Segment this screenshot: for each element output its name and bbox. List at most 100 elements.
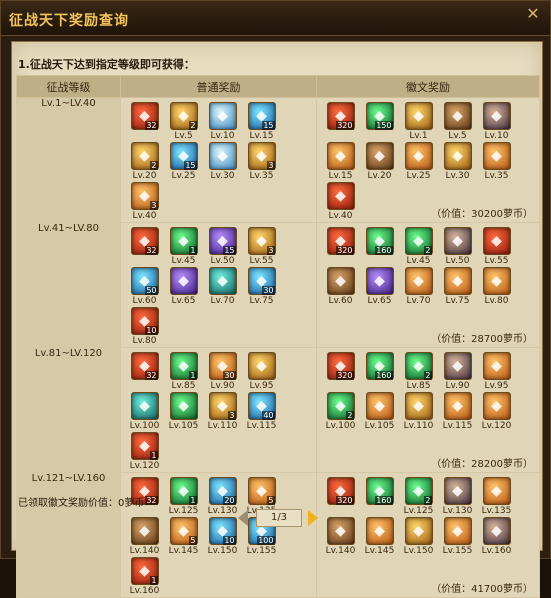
reward-item[interactable]: ◆ Lv.130 bbox=[438, 477, 477, 517]
reward-item[interactable]: ◆ Lv.90 bbox=[438, 352, 477, 392]
reward-item[interactable]: ◆ 1 Lv.45 bbox=[164, 227, 203, 267]
reward-item[interactable]: ◆ Lv.10 bbox=[203, 102, 242, 142]
reward-item[interactable]: ◆ 150 bbox=[360, 102, 399, 142]
reward-item[interactable]: ◆ 2 Lv.20 bbox=[125, 142, 164, 182]
ice-crystal-icon: ◆ bbox=[208, 102, 237, 130]
red-scroll-icon: ◆ 30 bbox=[208, 352, 237, 380]
reward-item[interactable]: ◆ Lv.70 bbox=[399, 267, 438, 307]
reward-item[interactable]: ◆ Lv.105 bbox=[360, 392, 399, 432]
arrow-right-icon[interactable] bbox=[308, 510, 318, 526]
item-glyph: ◆ bbox=[178, 398, 189, 414]
reward-item[interactable]: ◆ Lv.105 bbox=[164, 392, 203, 432]
reward-item[interactable]: ◆ Lv.20 bbox=[360, 142, 399, 182]
reward-item[interactable]: ◆ 320 bbox=[321, 227, 360, 267]
reward-item[interactable]: ◆ Lv.50 bbox=[438, 227, 477, 267]
reward-item[interactable]: ◆ Lv.150 bbox=[399, 517, 438, 557]
reward-item[interactable]: ◆ 2 Lv.85 bbox=[399, 352, 438, 392]
tier-level: Lv.121~LV.160 bbox=[16, 472, 121, 598]
reward-item[interactable]: ◆ Lv.145 bbox=[360, 517, 399, 557]
reward-item[interactable]: ◆ 160 bbox=[360, 352, 399, 392]
reward-item[interactable]: ◆ 5 Lv.145 bbox=[164, 517, 203, 557]
item-glyph: ◆ bbox=[452, 398, 463, 414]
item-level: Lv.45 bbox=[406, 256, 431, 266]
reward-item[interactable]: ◆ Lv.15 bbox=[321, 142, 360, 182]
reward-item[interactable]: ◆ Lv.135 bbox=[477, 477, 516, 517]
reward-item[interactable]: ◆ Lv.40 bbox=[321, 182, 360, 222]
reward-item[interactable]: ◆ Lv.155 bbox=[438, 517, 477, 557]
reward-item[interactable]: ◆ 1 Lv.125 bbox=[164, 477, 203, 517]
reward-item[interactable]: ◆ 160 bbox=[360, 227, 399, 267]
reward-item[interactable]: ◆ 50 Lv.60 bbox=[125, 267, 164, 307]
reward-item[interactable]: ◆ Lv.30 bbox=[438, 142, 477, 182]
reward-item[interactable]: ◆ Lv.25 bbox=[399, 142, 438, 182]
reward-item[interactable]: ◆ Lv.70 bbox=[203, 267, 242, 307]
reward-item[interactable]: ◆ Lv.140 bbox=[125, 517, 164, 557]
reward-item[interactable]: ◆ Lv.80 bbox=[477, 267, 516, 307]
reward-item[interactable]: ◆ 2 Lv.45 bbox=[399, 227, 438, 267]
reward-item[interactable]: ◆ Lv.1 bbox=[399, 102, 438, 142]
reward-item[interactable]: ◆ 32 bbox=[125, 102, 164, 142]
reward-item[interactable]: ◆ 2 Lv.100 bbox=[321, 392, 360, 432]
reward-item[interactable]: ◆ Lv.140 bbox=[321, 517, 360, 557]
reward-item[interactable]: ◆ 3 Lv.110 bbox=[203, 392, 242, 432]
item-glyph: ◆ bbox=[452, 273, 463, 289]
reward-item[interactable]: ◆ Lv.10 bbox=[477, 102, 516, 142]
reward-item[interactable]: ◆ 2 Lv.5 bbox=[164, 102, 203, 142]
reward-item[interactable]: ◆ 3 Lv.35 bbox=[242, 142, 281, 182]
reward-item[interactable]: ◆ 3 Lv.55 bbox=[242, 227, 281, 267]
reward-item[interactable]: ◆ 320 bbox=[321, 102, 360, 142]
reward-item[interactable]: ◆ 20 Lv.130 bbox=[203, 477, 242, 517]
item-level: Lv.25 bbox=[171, 171, 196, 181]
reward-item[interactable]: ◆ Lv.35 bbox=[477, 142, 516, 182]
reward-item[interactable]: ◆ Lv.65 bbox=[164, 267, 203, 307]
red-rune-icon: ◆ 10 bbox=[130, 307, 159, 335]
reward-item[interactable]: ◆ 10 Lv.80 bbox=[125, 307, 164, 347]
item-level: Lv.60 bbox=[328, 296, 353, 306]
red-rune-icon: ◆ bbox=[482, 227, 511, 255]
reward-item[interactable]: ◆ 15 Lv.25 bbox=[164, 142, 203, 182]
reward-item[interactable]: ◆ 32 bbox=[125, 352, 164, 392]
close-icon[interactable]: ✕ bbox=[524, 5, 542, 23]
reward-item[interactable]: ◆ 320 bbox=[321, 477, 360, 517]
reward-item[interactable]: ◆ Lv.120 bbox=[477, 392, 516, 432]
reward-item[interactable]: ◆ Lv.100 bbox=[125, 392, 164, 432]
reward-item[interactable]: ◆ Lv.65 bbox=[360, 267, 399, 307]
item-count: 1 bbox=[150, 576, 158, 585]
reward-item[interactable]: ◆ 3 Lv.40 bbox=[125, 182, 164, 222]
item-count: 160 bbox=[375, 371, 393, 380]
item-count: 2 bbox=[150, 161, 158, 170]
item-count: 3 bbox=[150, 201, 158, 210]
item-level: Lv.150 bbox=[403, 546, 434, 556]
reward-item[interactable]: ◆ Lv.110 bbox=[399, 392, 438, 432]
reward-item[interactable]: ◆ 2 Lv.125 bbox=[399, 477, 438, 517]
arrow-left-icon[interactable] bbox=[238, 510, 248, 526]
reward-item[interactable]: ◆ 40 Lv.115 bbox=[242, 392, 281, 432]
reward-item[interactable]: ◆ 10 Lv.150 bbox=[203, 517, 242, 557]
reward-item[interactable]: ◆ 1 Lv.160 bbox=[125, 557, 164, 597]
gold-book-icon: ◆ 2 bbox=[130, 142, 159, 170]
reward-item[interactable]: ◆ Lv.160 bbox=[477, 517, 516, 557]
reward-item[interactable]: ◆ 32 bbox=[125, 227, 164, 267]
reward-item[interactable]: ◆ Lv.30 bbox=[203, 142, 242, 182]
item-level: Lv.60 bbox=[132, 296, 157, 306]
red-chest-icon: ◆ 320 bbox=[326, 352, 355, 380]
reward-item[interactable]: ◆ Lv.55 bbox=[477, 227, 516, 267]
reward-item[interactable]: ◆ 1 Lv.120 bbox=[125, 432, 164, 472]
reward-item[interactable]: ◆ 160 bbox=[360, 477, 399, 517]
reward-item[interactable]: ◆ 320 bbox=[321, 352, 360, 392]
reward-item[interactable]: ◆ Lv.75 bbox=[438, 267, 477, 307]
reward-item[interactable]: ◆ 30 Lv.75 bbox=[242, 267, 281, 307]
reward-item[interactable]: ◆ Lv.60 bbox=[321, 267, 360, 307]
reward-item[interactable]: ◆ 15 Lv.15 bbox=[242, 102, 281, 142]
reward-item[interactable]: ◆ Lv.5 bbox=[438, 102, 477, 142]
reward-item[interactable]: ◆ Lv.95 bbox=[477, 352, 516, 392]
reward-item[interactable]: ◆ 30 Lv.90 bbox=[203, 352, 242, 392]
reward-item[interactable]: ◆ 1 Lv.85 bbox=[164, 352, 203, 392]
reward-item[interactable]: ◆ Lv.95 bbox=[242, 352, 281, 392]
item-glyph: ◆ bbox=[452, 358, 463, 374]
purple-orb-icon: ◆ bbox=[169, 267, 198, 295]
item-level: Lv.110 bbox=[403, 421, 434, 431]
gold-chest-icon: ◆ bbox=[404, 142, 433, 170]
reward-item[interactable]: ◆ 15 Lv.50 bbox=[203, 227, 242, 267]
reward-item[interactable]: ◆ Lv.115 bbox=[438, 392, 477, 432]
